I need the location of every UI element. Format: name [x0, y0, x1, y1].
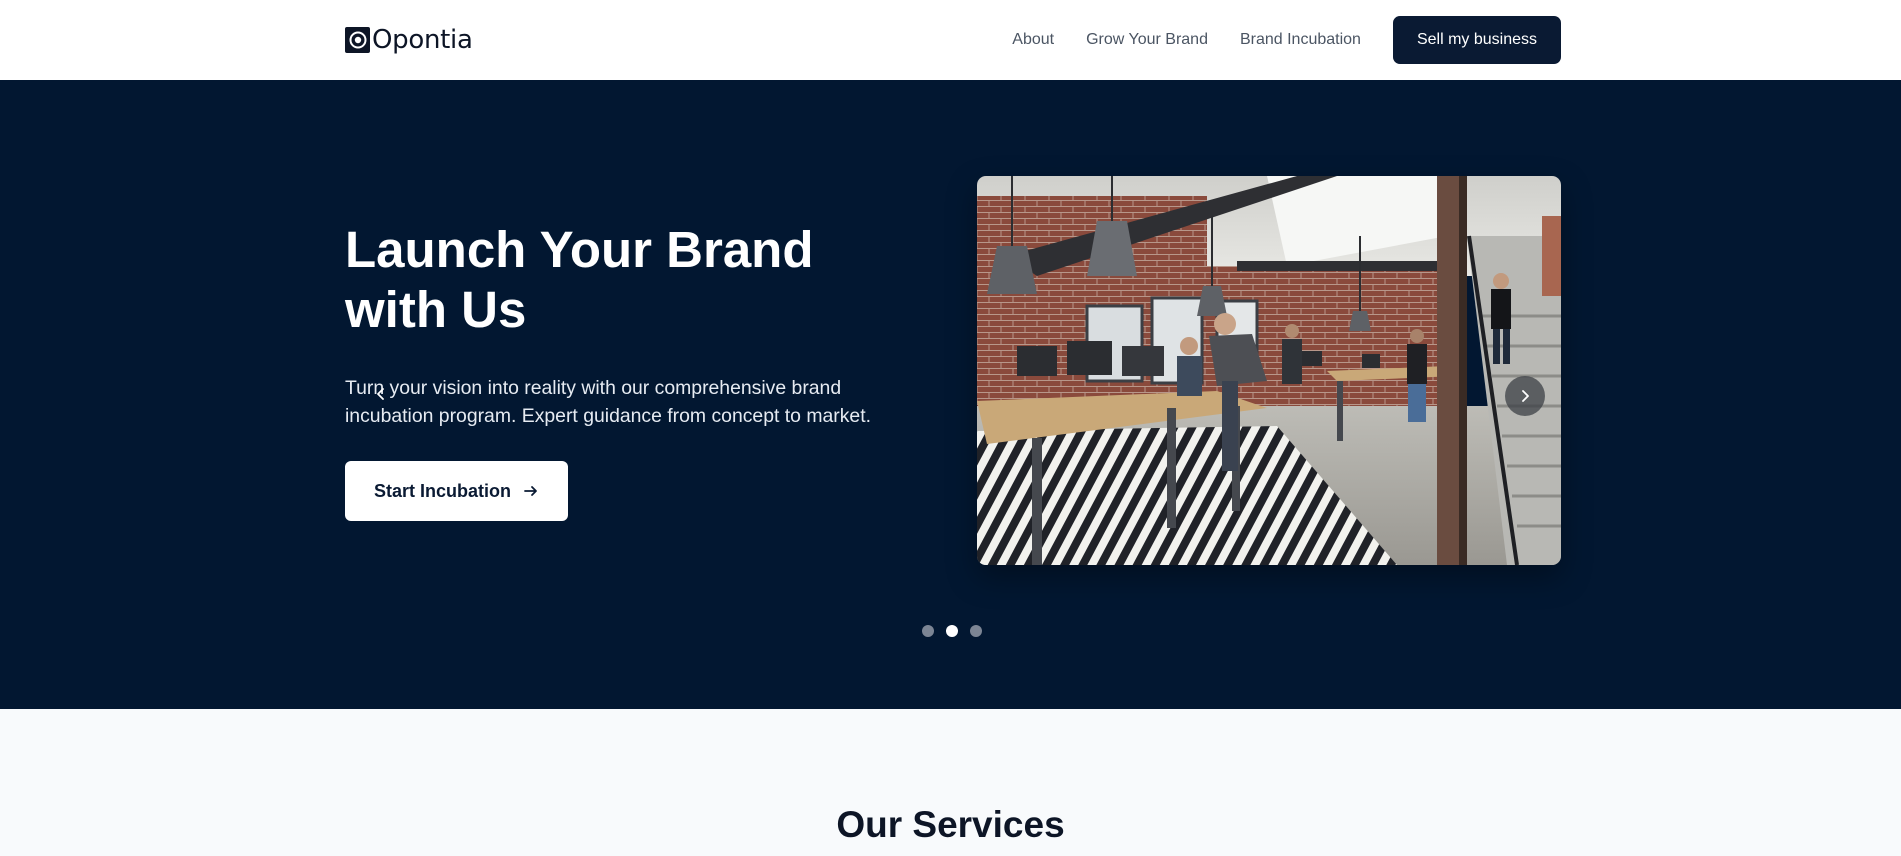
services-title: Our Services	[836, 804, 1065, 845]
carousel-dot-3[interactable]	[970, 625, 982, 637]
hero-carousel: Launch Your Brand with Us Turn your visi…	[0, 80, 1901, 709]
carousel-prev-button[interactable]	[370, 383, 392, 405]
brand-logo-link[interactable]: Opontia	[345, 25, 473, 55]
services-section: Our Services	[0, 709, 1901, 856]
hero-title: Launch Your Brand with Us	[345, 221, 814, 338]
site-header: Opontia About Grow Your Brand Brand Incu…	[0, 0, 1901, 80]
target-logo-icon	[345, 27, 370, 53]
header-container: Opontia About Grow Your Brand Brand Incu…	[345, 0, 1561, 80]
chevron-left-icon	[377, 388, 384, 400]
sell-my-business-button[interactable]: Sell my business	[1392, 16, 1561, 64]
nav-brand-incubation[interactable]: Brand Incubation	[1240, 31, 1361, 49]
start-incubation-label: Start Incubation	[373, 480, 511, 501]
brand-name: Opontia	[372, 25, 473, 55]
arrow-right-icon	[524, 486, 537, 496]
start-incubation-button[interactable]: Start Incubation	[345, 461, 568, 521]
carousel-next-button[interactable]	[1505, 376, 1545, 416]
carousel-indicators	[922, 625, 982, 637]
hero-description: Turn your vision into reality with our c…	[345, 377, 871, 427]
page: Opontia About Grow Your Brand Brand Incu…	[0, 0, 1901, 856]
main-nav: About Grow Your Brand Brand Incubation S…	[1012, 16, 1561, 64]
carousel-dot-1[interactable]	[922, 625, 934, 637]
nav-about[interactable]: About	[1012, 31, 1054, 49]
hero-office-photo	[977, 176, 1561, 565]
carousel-dot-2[interactable]	[946, 625, 958, 637]
chevron-right-icon	[1522, 390, 1529, 402]
nav-grow-your-brand[interactable]: Grow Your Brand	[1086, 31, 1208, 49]
